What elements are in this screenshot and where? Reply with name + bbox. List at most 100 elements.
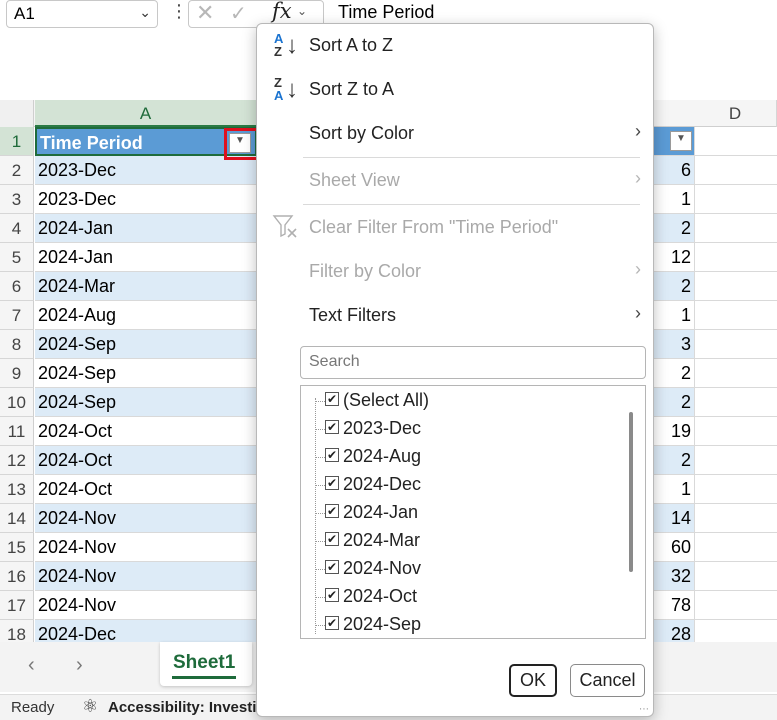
row-header[interactable]: 6	[0, 272, 34, 301]
filter-value-list[interactable]: ✔ (Select All) ✔ 2023-Dec ✔ 2024-Aug ✔ 2024-Dec…	[300, 385, 646, 639]
table-cell[interactable]: 2	[654, 359, 694, 388]
sheet-view[interactable]: Sheet View	[309, 170, 400, 191]
cancel-button[interactable]: Cancel	[570, 664, 645, 697]
filter-dropdown-button[interactable]: ▼	[670, 131, 692, 151]
table-cell[interactable]: 2024-Jan	[35, 214, 257, 243]
insert-function-icon[interactable]: fx	[272, 0, 292, 23]
sort-a-to-z[interactable]: Sort A to Z	[309, 35, 393, 56]
checkbox[interactable]: ✔	[325, 532, 339, 546]
row-header[interactable]: 16	[0, 562, 34, 591]
checkbox[interactable]: ✔	[325, 476, 339, 490]
filter-value-label[interactable]: 2024-Oct	[343, 586, 417, 607]
name-box[interactable]: A1 ⌄	[6, 0, 158, 28]
empty-cell[interactable]	[694, 214, 777, 243]
scrollbar-thumb[interactable]	[629, 412, 633, 572]
select-all-corner[interactable]	[0, 100, 34, 127]
table-cell[interactable]: 2024-Oct	[35, 475, 257, 504]
table-cell[interactable]: 2024-Nov	[35, 591, 257, 620]
table-cell[interactable]: 2	[654, 446, 694, 475]
enter-icon[interactable]: ✓	[230, 1, 247, 26]
sort-z-to-a[interactable]: Sort Z to A	[309, 79, 394, 100]
empty-cell[interactable]	[694, 301, 777, 330]
checkbox[interactable]: ✔	[325, 420, 339, 434]
empty-cell[interactable]	[694, 359, 777, 388]
table-cell[interactable]: 1	[654, 475, 694, 504]
row-header[interactable]: 17	[0, 591, 34, 620]
checkbox[interactable]: ✔	[325, 616, 339, 630]
empty-cell[interactable]	[694, 185, 777, 214]
empty-cell[interactable]	[694, 243, 777, 272]
column-header-d[interactable]: D	[694, 100, 777, 127]
filter-value-label[interactable]: 2024-Jan	[343, 502, 418, 523]
row-header[interactable]: 11	[0, 417, 34, 446]
table-cell[interactable]: 2024-Aug	[35, 301, 257, 330]
empty-cell[interactable]	[694, 388, 777, 417]
chevron-down-icon[interactable]: ⌄	[139, 4, 151, 21]
clear-filter[interactable]: Clear Filter From "Time Period"	[309, 217, 558, 238]
table-cell[interactable]: 78	[654, 591, 694, 620]
ok-button[interactable]: OK	[509, 664, 557, 697]
table-cell[interactable]: 2023-Dec	[35, 156, 257, 185]
filter-value-label[interactable]: 2023-Dec	[343, 418, 421, 439]
table-cell[interactable]: 1	[654, 185, 694, 214]
empty-cell[interactable]	[694, 562, 777, 591]
row-header[interactable]: 2	[0, 156, 34, 185]
empty-cell[interactable]	[694, 272, 777, 301]
row-header[interactable]: 1	[0, 127, 34, 156]
table-cell[interactable]: 60	[654, 533, 694, 562]
table-cell[interactable]: 14	[654, 504, 694, 533]
filter-by-color[interactable]: Filter by Color	[309, 261, 421, 282]
table-cell[interactable]: 12	[654, 243, 694, 272]
table-cell[interactable]: 2024-Nov	[35, 504, 257, 533]
table-cell[interactable]: 2024-Nov	[35, 533, 257, 562]
table-cell[interactable]: 2	[654, 388, 694, 417]
cancel-icon[interactable]: ✕	[196, 0, 214, 26]
empty-cell[interactable]	[694, 330, 777, 359]
column-header-a[interactable]: A	[35, 100, 257, 127]
table-cell[interactable]: 2024-Sep	[35, 330, 257, 359]
table-cell[interactable]: 2024-Mar	[35, 272, 257, 301]
filter-value-label[interactable]: (Select All)	[343, 390, 429, 411]
resize-grip-icon[interactable]: ⋯	[639, 704, 650, 715]
checkbox[interactable]: ✔	[325, 560, 339, 574]
table-cell[interactable]: 2024-Jan	[35, 243, 257, 272]
table-cell[interactable]: 2023-Dec	[35, 185, 257, 214]
empty-cell[interactable]	[694, 446, 777, 475]
formula-input[interactable]: Time Period	[338, 2, 434, 23]
checkbox[interactable]: ✔	[325, 392, 339, 406]
table-cell[interactable]: 2	[654, 272, 694, 301]
empty-cell[interactable]	[694, 417, 777, 446]
row-header[interactable]: 4	[0, 214, 34, 243]
accessibility-icon[interactable]: ⚛	[82, 696, 98, 717]
row-header[interactable]: 14	[0, 504, 34, 533]
checkbox[interactable]: ✔	[325, 588, 339, 602]
row-header[interactable]: 10	[0, 388, 34, 417]
accessibility-status[interactable]: Accessibility: Investigate	[108, 699, 256, 716]
row-header[interactable]: 15	[0, 533, 34, 562]
checkbox[interactable]: ✔	[325, 448, 339, 462]
scroll-left-icon[interactable]: ‹	[28, 654, 35, 677]
checkbox[interactable]: ✔	[325, 504, 339, 518]
row-header[interactable]: 5	[0, 243, 34, 272]
table-cell[interactable]: 1	[654, 301, 694, 330]
empty-cell[interactable]	[694, 156, 777, 185]
table-cell[interactable]: 19	[654, 417, 694, 446]
filter-value-label[interactable]: 2024-Aug	[343, 446, 421, 467]
chevron-down-icon[interactable]: ⌄	[297, 4, 307, 18]
text-filters[interactable]: Text Filters	[309, 305, 396, 326]
table-cell[interactable]: 2024-Nov	[35, 562, 257, 591]
filter-value-label[interactable]: 2024-Nov	[343, 558, 421, 579]
empty-cell[interactable]	[694, 127, 777, 156]
sort-by-color[interactable]: Sort by Color	[309, 123, 414, 144]
row-header[interactable]: 12	[0, 446, 34, 475]
sheet-tab-sheet1[interactable]: Sheet1	[160, 642, 252, 686]
row-header[interactable]: 9	[0, 359, 34, 388]
search-input[interactable]	[309, 347, 639, 376]
table-cell[interactable]: 6	[654, 156, 694, 185]
scroll-right-icon[interactable]: ›	[76, 654, 83, 677]
filter-value-label[interactable]: 2024-Sep	[343, 614, 421, 635]
empty-cell[interactable]	[694, 591, 777, 620]
table-cell[interactable]: 2024-Oct	[35, 446, 257, 475]
row-header[interactable]: 8	[0, 330, 34, 359]
table-cell[interactable]: 2	[654, 214, 694, 243]
